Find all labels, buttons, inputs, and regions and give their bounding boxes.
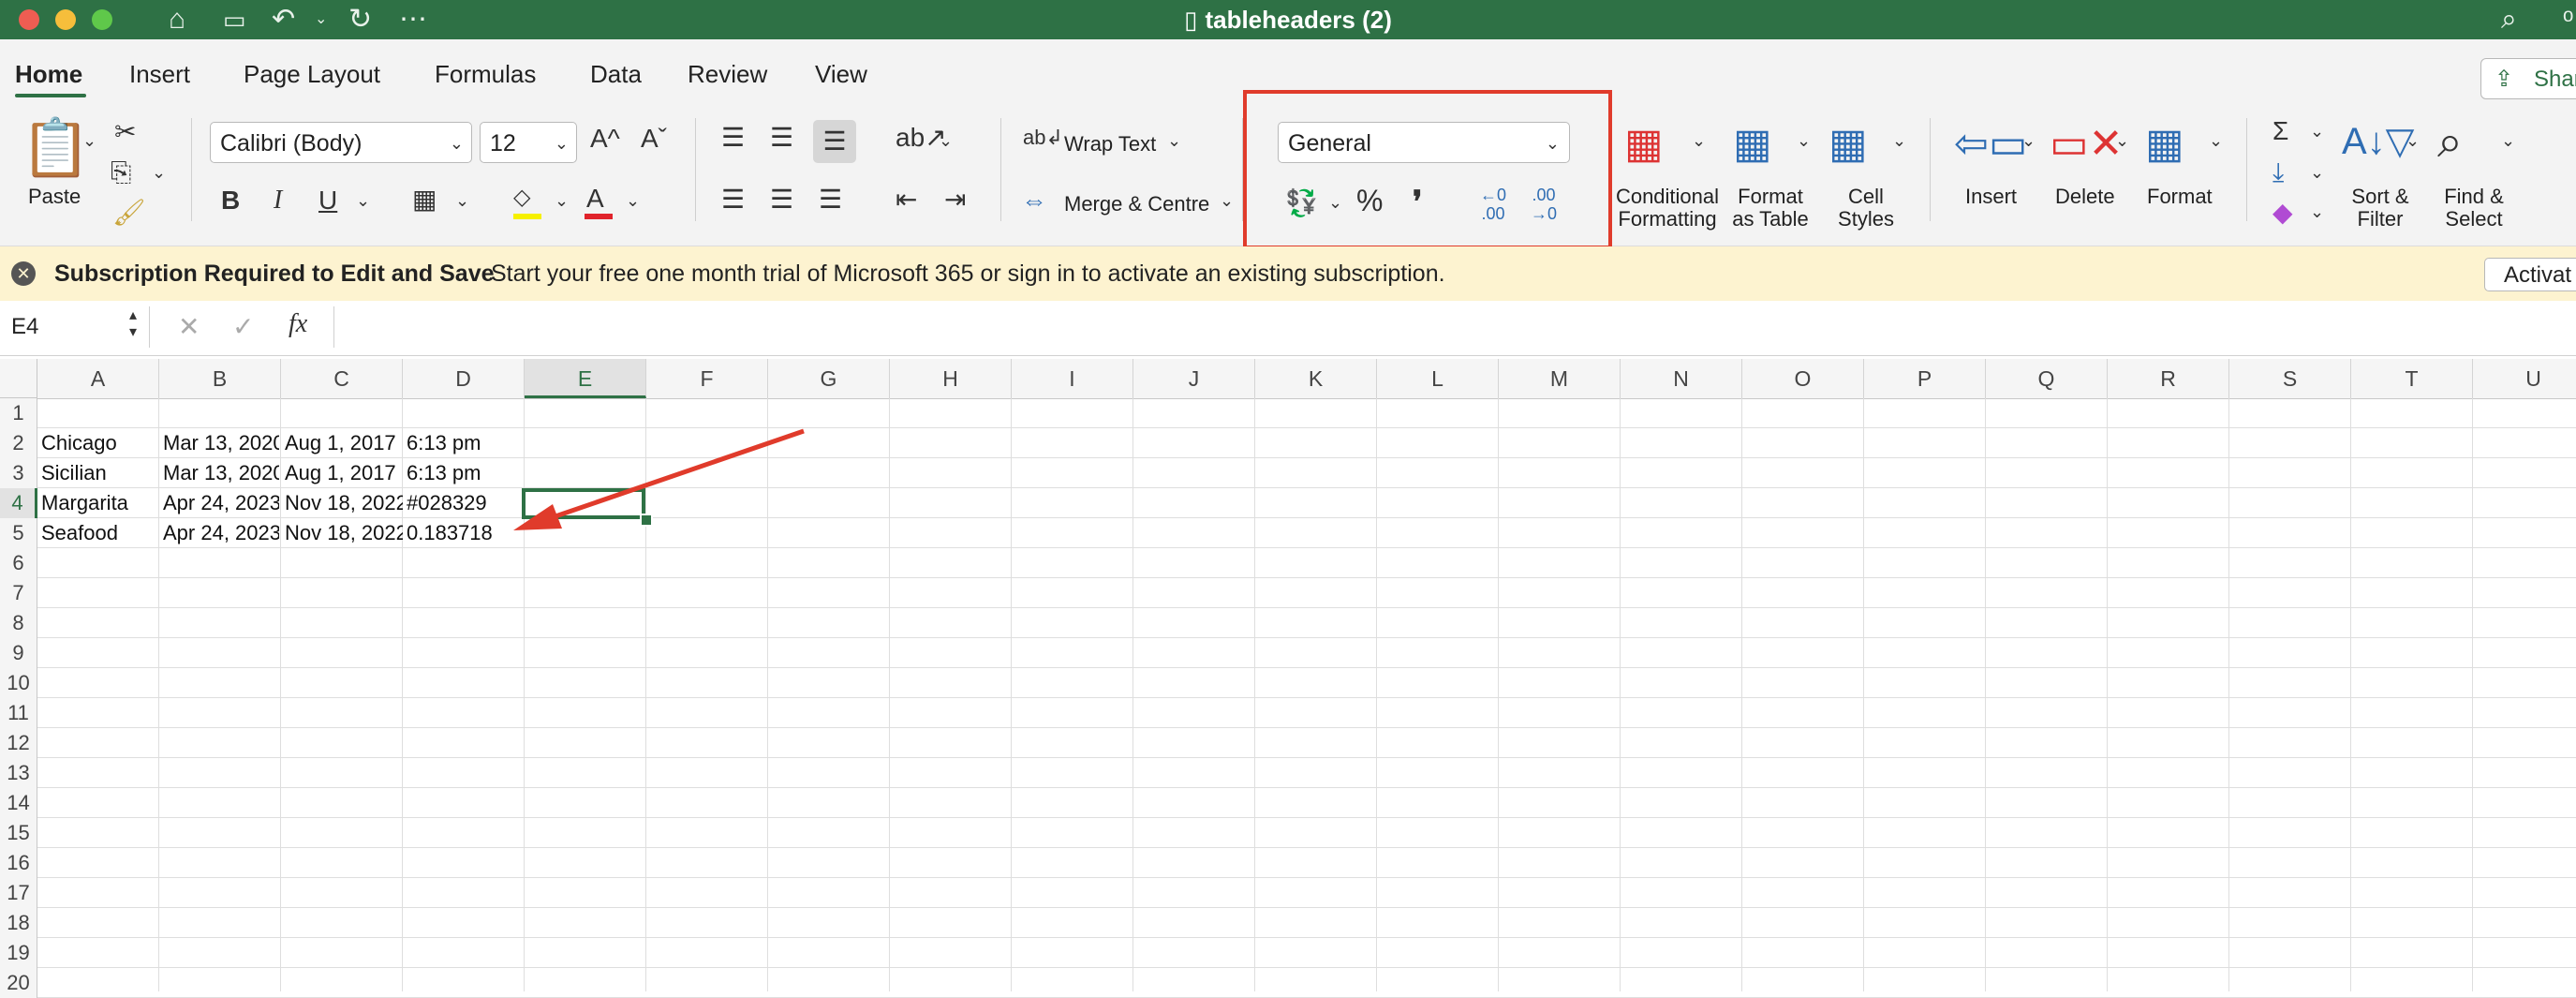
arrow-head — [513, 504, 562, 530]
annotation-arrow — [513, 428, 805, 530]
arrow-shaft — [552, 428, 805, 520]
